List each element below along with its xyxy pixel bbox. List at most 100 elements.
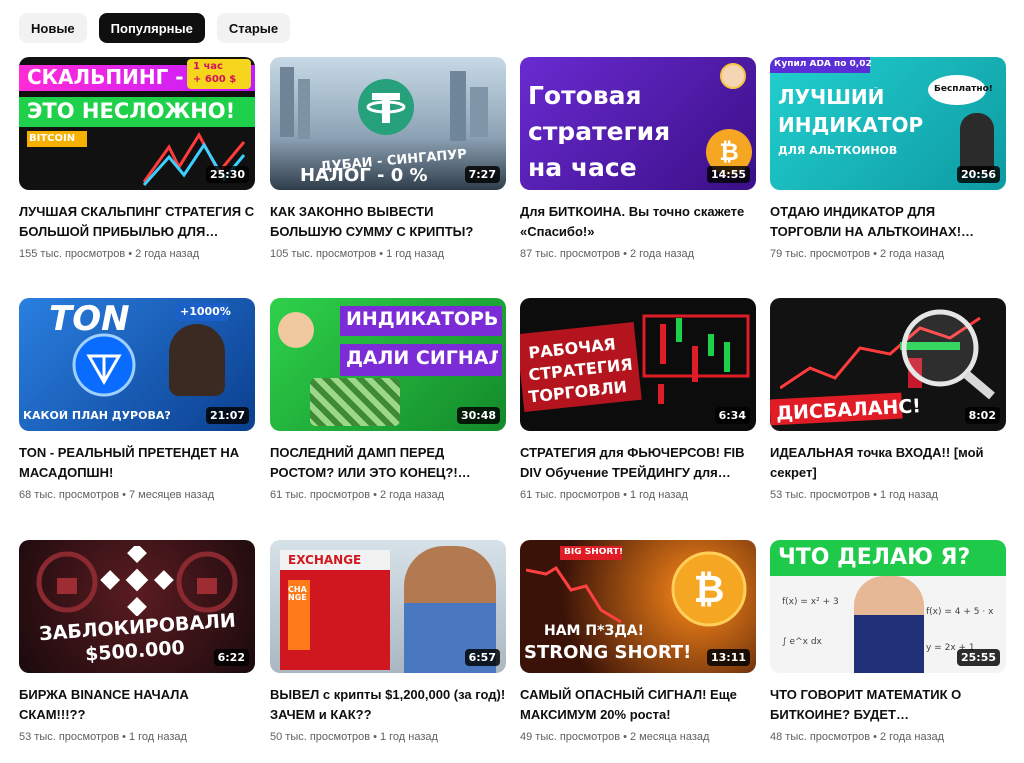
video-card[interactable]: BIG SHORT! ₿ НАМ П*ЗДА! STRONG SHORT! 13… — [520, 540, 756, 744]
video-thumbnail[interactable]: EXCHANGE CHANGE 6:57 — [270, 540, 506, 673]
video-title[interactable]: ПОСЛЕДНИЙ ДАМП ПЕРЕД РОСТОМ? ИЛИ ЭТО КОН… — [270, 443, 506, 483]
filter-old[interactable]: Старые — [216, 13, 291, 43]
video-card[interactable]: ИНДИКАТОРЫ ДАЛИ СИГНАЛ ! 30:48 ПОСЛЕДНИЙ… — [270, 298, 506, 502]
view-count: 61 тыс. просмотров — [520, 489, 621, 501]
filter-new[interactable]: Новые — [19, 13, 87, 43]
video-title[interactable]: БИРЖА BINANCE НАЧАЛА СКАМ!!!?? — [19, 685, 255, 725]
thumb-bubble-text: Бесплатно! — [934, 85, 993, 94]
upload-age: 1 год назад — [629, 489, 688, 501]
video-row: TON +1000% КАКОЙ ПЛАН ДУРОВА? 21:07 TON … — [19, 298, 1006, 501]
video-thumbnail[interactable]: ЗАБЛОКИРОВАЛИ $500.000 6:22 — [19, 540, 255, 673]
video-row: СКАЛЬПИНГ - ЭТО НЕСЛОЖНО! 1 час + 600 $ … — [19, 57, 1006, 260]
upload-age: 1 год назад — [379, 731, 438, 743]
video-meta: 105 тыс. просмотров • 1 год назад — [270, 247, 506, 261]
view-count: 53 тыс. просмотров — [770, 489, 871, 501]
video-duration: 20:56 — [956, 166, 1000, 183]
tether-logo-icon — [358, 79, 414, 135]
video-card[interactable]: Готовая стратегия на часе ₿ 14:55 Для БИ… — [520, 57, 756, 261]
video-thumbnail[interactable]: Готовая стратегия на часе ₿ 14:55 — [520, 57, 756, 190]
svg-text:₿: ₿ — [694, 567, 725, 611]
building-shape — [470, 87, 488, 137]
video-title[interactable]: ВЫВЕЛ с крипты $1,200,000 (за год)! ЗАЧЕ… — [270, 685, 506, 725]
video-thumbnail[interactable]: TON +1000% КАКОЙ ПЛАН ДУРОВА? 21:07 — [19, 298, 255, 431]
video-duration: 6:22 — [213, 649, 249, 666]
svg-text:∫ e^x dx: ∫ e^x dx — [782, 637, 823, 647]
video-title[interactable]: ЛУЧШАЯ СКАЛЬПИНГ СТРАТЕГИЯ С БОЛЬШОЙ ПРИ… — [19, 202, 255, 242]
building-shape — [298, 79, 310, 139]
video-title[interactable]: ИДЕАЛЬНАЯ точка ВХОДА!! [мой секрет] — [770, 443, 1006, 483]
video-card[interactable]: РАБОЧАЯ СТРАТЕГИЯ ТОРГОВЛИ 6:34 СТРАТЕГИ… — [520, 298, 756, 502]
video-title[interactable]: КАК ЗАКОННО ВЫВЕСТИ БОЛЬШУЮ СУММУ С КРИП… — [270, 202, 506, 242]
video-thumbnail[interactable]: BIG SHORT! ₿ НАМ П*ЗДА! STRONG SHORT! 13… — [520, 540, 756, 673]
video-duration: 14:55 — [706, 166, 750, 183]
view-count: 49 тыс. просмотров — [520, 731, 621, 743]
thumb-headline: Готовая — [528, 83, 642, 108]
person-icon — [169, 324, 225, 396]
building-shape — [450, 71, 466, 141]
view-count: 68 тыс. просмотров — [19, 489, 120, 501]
video-title[interactable]: Для БИТКОИНА. Вы точно скажете «Спасибо!… — [520, 202, 756, 242]
upload-age: 7 месяцев назад — [128, 489, 215, 501]
video-card[interactable]: ДИСБАЛАНС! 8:02 ИДЕАЛЬНАЯ точка ВХОДА!! … — [770, 298, 1006, 502]
thumb-headline: ЭТО НЕСЛОЖНО! — [27, 101, 236, 122]
thumb-sign: CHANGE — [288, 586, 307, 602]
bitcoin-icon: ₿ — [671, 551, 747, 627]
filter-popular[interactable]: Популярные — [98, 13, 205, 43]
view-count: 155 тыс. просмотров — [19, 248, 126, 260]
video-title[interactable]: СТРАТЕГИЯ для ФЬЮЧЕРСОВ! FIB DIV Обучени… — [520, 443, 756, 483]
video-card[interactable]: ЗАБЛОКИРОВАЛИ $500.000 6:22 БИРЖА BINANC… — [19, 540, 255, 744]
video-meta: 50 тыс. просмотров • 1 год назад — [270, 730, 506, 744]
meta-separator: • — [122, 489, 126, 501]
video-thumbnail[interactable]: СКАЛЬПИНГ - ЭТО НЕСЛОЖНО! 1 час + 600 $ … — [19, 57, 255, 190]
thumb-headline: НАМ П*ЗДА! — [544, 624, 645, 638]
video-duration: 21:07 — [205, 407, 249, 424]
video-title[interactable]: ЧТО ГОВОРИТ МАТЕМАТИК О БИТКОИНЕ? БУДЕТ… — [770, 685, 1006, 725]
meta-separator: • — [128, 248, 133, 260]
video-thumbnail[interactable]: ЧТО ДЕЛАЮ Я? f(x) = x² + 3 f(x) = 4 + 5 … — [770, 540, 1006, 673]
video-meta: 87 тыс. просмотров • 2 года назад — [520, 247, 756, 261]
upload-age: 2 года назад — [379, 489, 445, 501]
video-duration: 13:11 — [706, 649, 750, 666]
upload-age: 2 года назад — [135, 248, 200, 260]
video-meta: 49 тыс. просмотров • 2 месяца назад — [520, 730, 756, 744]
upload-age: 1 год назад — [879, 489, 938, 501]
meta-separator: • — [873, 731, 877, 743]
meta-separator: • — [379, 248, 384, 260]
video-meta: 61 тыс. просмотров • 1 год назад — [520, 488, 756, 502]
chart-line-icon — [526, 565, 622, 624]
video-card[interactable]: EXCHANGE CHANGE 6:57 ВЫВЕЛ с крипты $1,2… — [270, 540, 506, 744]
video-thumbnail[interactable]: ИНДИКАТОРЫ ДАЛИ СИГНАЛ ! 30:48 — [270, 298, 506, 431]
meta-separator: • — [373, 489, 377, 501]
person-icon — [960, 113, 994, 173]
video-thumbnail[interactable]: РАБОЧАЯ СТРАТЕГИЯ ТОРГОВЛИ 6:34 — [520, 298, 756, 431]
video-meta: 68 тыс. просмотров • 7 месяцев назад — [19, 488, 255, 502]
meta-separator: • — [873, 489, 877, 501]
video-duration: 6:34 — [714, 407, 750, 424]
video-card[interactable]: Купил ADA по 0,02 ЛУЧШИЙ ИНДИКАТОР ДЛЯ А… — [770, 57, 1006, 261]
person-icon — [854, 576, 924, 673]
upload-age: 1 год назад — [386, 248, 445, 260]
building-shape — [280, 67, 294, 137]
video-card[interactable]: TON +1000% КАКОЙ ПЛАН ДУРОВА? 21:07 TON … — [19, 298, 255, 502]
video-thumbnail[interactable]: ДУБАЙ - СИНГАПУР НАЛОГ - 0 % 7:27 — [270, 57, 506, 190]
candlestick-chart-icon — [642, 314, 750, 404]
thumb-badge: 1 час — [193, 62, 223, 72]
video-card[interactable]: ДУБАЙ - СИНГАПУР НАЛОГ - 0 % 7:27 КАК ЗА… — [270, 57, 506, 261]
video-thumbnail[interactable]: Купил ADA по 0,02 ЛУЧШИЙ ИНДИКАТОР ДЛЯ А… — [770, 57, 1006, 190]
video-title[interactable]: ОТДАЮ ИНДИКАТОР ДЛЯ ТОРГОВЛИ НА АЛЬТКОИН… — [770, 202, 1006, 242]
thumb-badge: +1000% — [180, 306, 231, 317]
video-thumbnail[interactable]: ДИСБАЛАНС! 8:02 — [770, 298, 1006, 431]
thumb-headline: ДАЛИ СИГНАЛ ! — [346, 349, 498, 368]
money-stack-icon — [310, 378, 400, 426]
svg-text:₿: ₿ — [719, 138, 739, 166]
video-title[interactable]: САМЫЙ ОПАСНЫЙ СИГНАЛ! Еще МАКСИМУМ 20% р… — [520, 685, 756, 725]
filter-chips: Новые Популярные Старые — [19, 13, 291, 43]
upload-age: 2 года назад — [629, 248, 695, 260]
video-duration: 6:57 — [464, 649, 500, 666]
video-title[interactable]: TON - РЕАЛЬНЫЙ ПРЕТЕНДЕТ НА МАСАДОПШН! — [19, 443, 255, 483]
view-count: 87 тыс. просмотров — [520, 248, 621, 260]
video-card[interactable]: СКАЛЬПИНГ - ЭТО НЕСЛОЖНО! 1 час + 600 $ … — [19, 57, 255, 261]
meta-separator: • — [623, 731, 627, 743]
video-duration: 25:30 — [205, 166, 249, 183]
video-card[interactable]: ЧТО ДЕЛАЮ Я? f(x) = x² + 3 f(x) = 4 + 5 … — [770, 540, 1006, 744]
